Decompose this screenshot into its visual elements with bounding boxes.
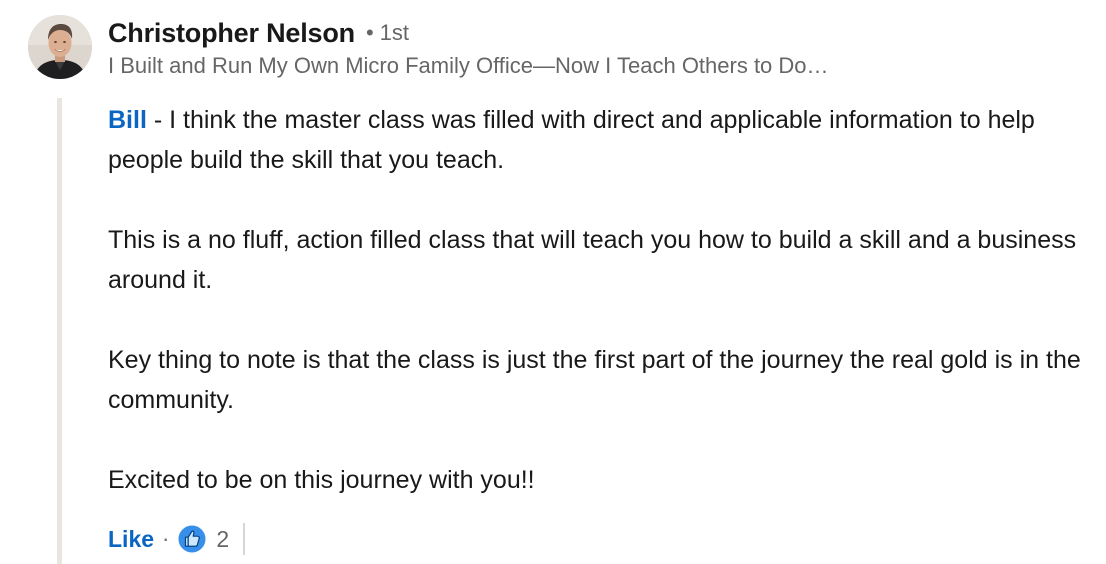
author-line: Christopher Nelson • 1st [108, 16, 409, 50]
like-button[interactable]: Like [108, 526, 154, 553]
comment-paragraph: Excited to be on this journey with you!! [108, 466, 535, 494]
comment-actions: Like · 2 [108, 522, 246, 556]
author-name[interactable]: Christopher Nelson [108, 18, 355, 49]
author-headline[interactable]: I Built and Run My Own Micro Family Offi… [108, 52, 938, 80]
comment-body: Bill - I think the master class was fill… [108, 100, 1083, 500]
reactions-summary[interactable]: 2 [177, 524, 229, 554]
comment-item: Christopher Nelson • 1st I Built and Run… [0, 0, 1106, 564]
thread-line [57, 98, 62, 564]
mention-link[interactable]: Bill [108, 106, 147, 134]
connection-degree: 1st [379, 20, 409, 45]
thumbs-up-icon [177, 524, 207, 554]
comment-paragraph: This is a no fluff, action filled class … [108, 226, 1077, 294]
action-separator: · [162, 526, 170, 551]
avatar-photo-icon [28, 15, 92, 79]
comment-paragraph: Key thing to note is that the class is j… [108, 346, 1081, 414]
actions-divider [243, 523, 246, 555]
comment-paragraph: Bill - I think the master class was fill… [108, 100, 1083, 180]
comment-text: - I think the master class was filled wi… [108, 106, 1035, 174]
avatar[interactable] [28, 15, 92, 79]
reaction-count: 2 [216, 525, 230, 552]
degree-separator: • [365, 20, 374, 45]
